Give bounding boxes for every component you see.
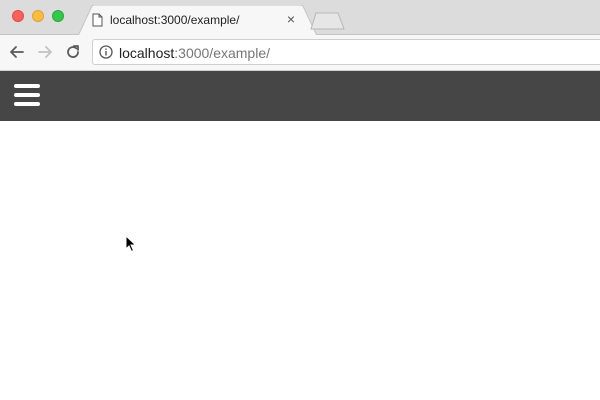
arrow-right-icon[interactable] [36,43,54,61]
page-content [0,121,600,400]
reload-icon[interactable] [64,43,82,61]
tab-close-icon[interactable]: × [285,12,297,26]
hamburger-line [14,84,40,88]
browser-window: localhost:3000/example/ × localhost:3000… [0,0,600,400]
mouse-cursor-icon [125,235,137,253]
url-path: :3000/example/ [174,45,270,61]
hamburger-menu-icon[interactable] [14,84,40,106]
tab-title: localhost:3000/example/ [110,13,240,27]
window-zoom-button[interactable] [52,10,64,22]
address-bar[interactable]: localhost:3000/example/ [92,39,600,65]
new-tab-button[interactable] [310,12,346,30]
tab-strip: localhost:3000/example/ × [0,0,600,36]
page-icon [92,13,103,27]
browser-tab-active[interactable]: localhost:3000/example/ × [78,5,318,36]
window-close-button[interactable] [12,10,24,22]
address-url: localhost:3000/example/ [119,45,270,61]
info-icon[interactable] [99,45,113,59]
hamburger-line [14,93,40,97]
window-minimize-button[interactable] [32,10,44,22]
url-host: localhost [119,45,175,61]
page-navbar [0,71,600,121]
hamburger-line [14,102,40,106]
browser-toolbar: localhost:3000/example/ [0,35,600,71]
arrow-left-icon[interactable] [8,43,26,61]
